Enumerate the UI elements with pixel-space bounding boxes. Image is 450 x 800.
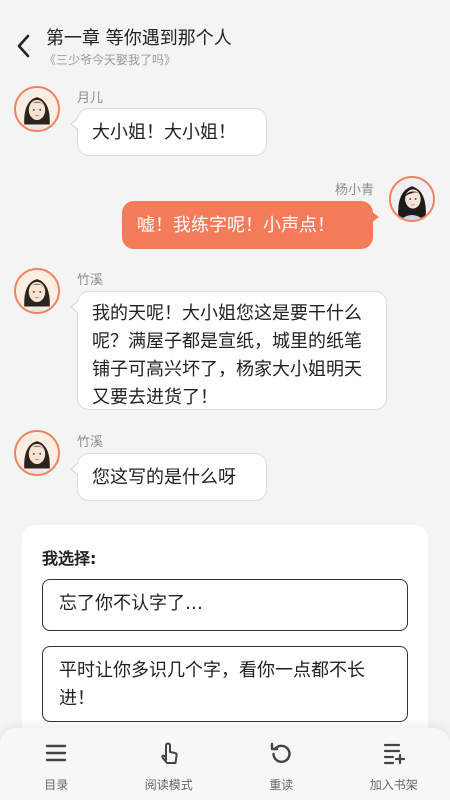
nav-label: 目录 [44, 778, 69, 792]
nav-item-reading-mode[interactable]: 阅读模式 [113, 728, 226, 800]
sender-name: 杨小青 [334, 183, 374, 198]
back-arrow-icon[interactable] [12, 30, 36, 62]
chapter-title: 第一章 等你遇到那个人 [46, 28, 232, 49]
nav-label: 重读 [269, 778, 294, 792]
nav-label: 阅读模式 [144, 778, 193, 792]
avatar[interactable] [389, 176, 435, 222]
add-bookshelf-icon [383, 743, 405, 765]
tap-hand-icon [161, 742, 178, 764]
choice-label: 我选择: [42, 549, 97, 568]
choice-panel: 我选择: 忘了你不认字了… 平时让你多识几个字，看你一点都不长进！ [22, 525, 428, 755]
message-bubble: 您这写的是什么呀 [70, 453, 267, 501]
message-bubble: 我的天呢！大小姐您这是要干什么呢？满屋子都是宣纸，城里的纸笔铺子可高兴坏了，杨家… [70, 291, 387, 410]
nav-item-add-bookshelf[interactable]: 加入书架 [338, 728, 450, 800]
avatar[interactable] [14, 86, 60, 132]
menu-list-icon [46, 744, 67, 762]
book-title: 《三少爷今天娶我了吗》 [44, 53, 177, 67]
sender-name: 竹溪 [77, 273, 104, 288]
sender-name: 月儿 [77, 91, 104, 106]
avatar[interactable] [14, 268, 60, 314]
header: 第一章 等你遇到那个人 《三少爷今天娶我了吗》 [0, 0, 450, 74]
choice-option-button[interactable]: 平时让你多识几个字，看你一点都不长进！ [42, 646, 408, 722]
message-bubble: 大小姐！大小姐！ [70, 108, 267, 156]
message-bubble-self: 嘘！我练字呢！小声点！ [122, 201, 379, 249]
avatar[interactable] [14, 430, 60, 476]
replay-icon [271, 742, 291, 763]
nav-label: 加入书架 [369, 778, 418, 792]
sender-name: 竹溪 [77, 435, 104, 450]
nav-item-reread[interactable]: 重读 [225, 728, 338, 800]
bottom-toolbar: 目录 阅读模式 重读 加入书架 [0, 728, 450, 800]
choice-option-button[interactable]: 忘了你不认字了… [42, 579, 408, 631]
nav-item-catalog[interactable]: 目录 [0, 728, 113, 800]
